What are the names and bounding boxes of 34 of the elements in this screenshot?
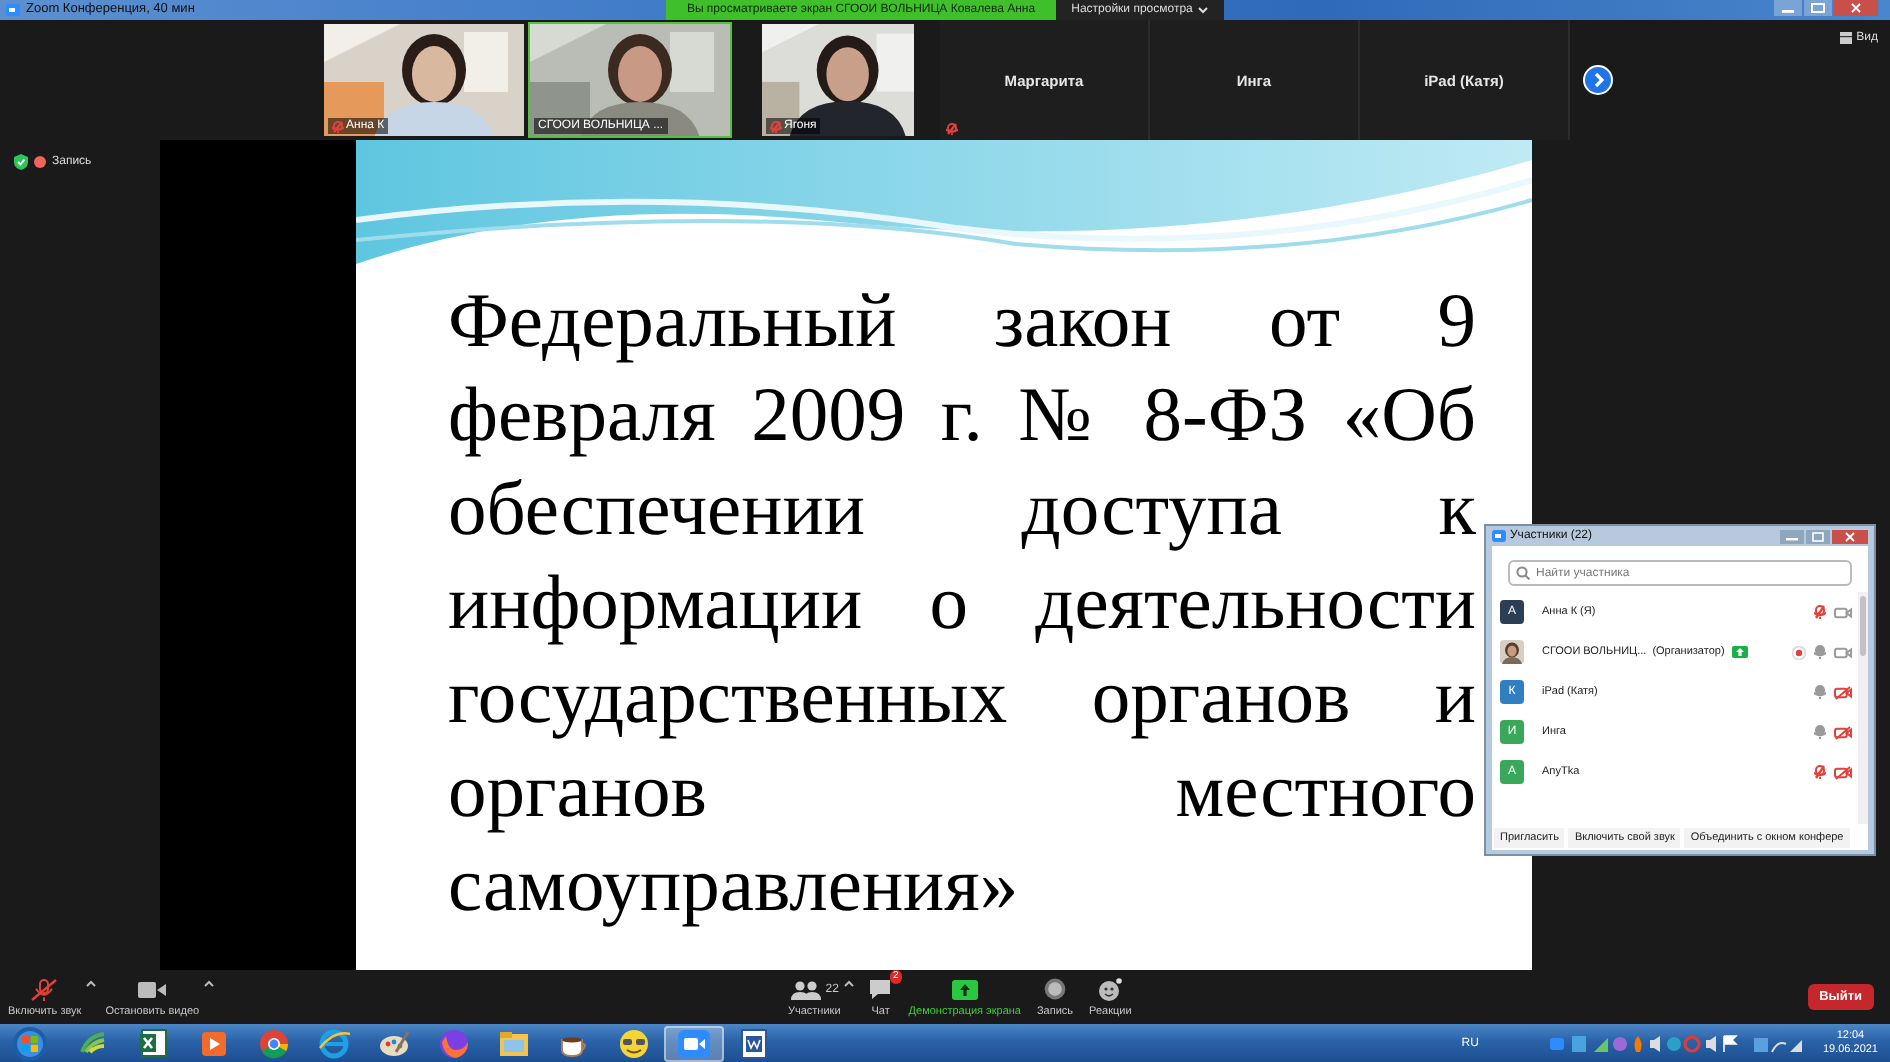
document-app-icon bbox=[736, 1025, 772, 1061]
spreadsheet-app-icon bbox=[136, 1025, 172, 1061]
minimize-icon[interactable] bbox=[1774, 0, 1802, 16]
smiley-icon bbox=[1098, 977, 1123, 1001]
shield-icon[interactable] bbox=[14, 154, 28, 170]
app-icon bbox=[1492, 530, 1506, 542]
search-icon bbox=[1516, 566, 1530, 580]
camera-icon bbox=[138, 979, 167, 999]
smiley-app-icon bbox=[616, 1025, 652, 1061]
maximize-icon[interactable] bbox=[1804, 0, 1832, 16]
start-button-icon[interactable] bbox=[12, 1025, 48, 1061]
caret-icon[interactable] bbox=[203, 979, 214, 987]
scrollbar[interactable] bbox=[1858, 592, 1868, 824]
browser-app-icon bbox=[436, 1025, 472, 1061]
app-icon bbox=[6, 4, 20, 16]
caret-icon[interactable] bbox=[844, 979, 855, 987]
close-icon[interactable] bbox=[1832, 529, 1868, 543]
caret-icon[interactable] bbox=[85, 979, 96, 987]
browser-app-icon bbox=[316, 1025, 352, 1061]
chat-bubble-icon bbox=[868, 978, 893, 1000]
recording-dot-icon bbox=[34, 156, 46, 168]
record-icon bbox=[1044, 978, 1066, 1000]
network-icon[interactable] bbox=[1754, 1033, 1803, 1053]
next-page-icon[interactable] bbox=[1582, 64, 1614, 96]
taskbar-app[interactable] bbox=[664, 1025, 724, 1061]
grid-icon bbox=[1840, 32, 1853, 44]
slide-text: Федеральный закон от 9 февраля 2009 г. № 8-ФЗ «Об обеспечении доступа к информации о деятельности государственных органов и органов местного самоуправления» bbox=[448, 278, 1476, 932]
browser-app-icon bbox=[256, 1025, 292, 1061]
share-screen-icon bbox=[951, 979, 978, 999]
video-camera-app-icon bbox=[676, 1025, 712, 1061]
tray-icons-drawing[interactable] bbox=[1550, 1033, 1743, 1053]
people-icon bbox=[789, 979, 822, 999]
close-icon[interactable] bbox=[1834, 0, 1878, 16]
caret-icon bbox=[1198, 6, 1209, 14]
